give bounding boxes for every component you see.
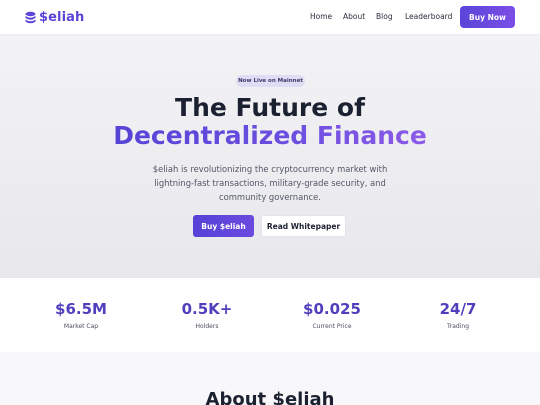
- mainnet-badge: Now Live on Mainnet: [236, 75, 305, 87]
- hero-title-line1: The Future of: [175, 93, 365, 122]
- stat-label: Trading: [446, 323, 469, 330]
- read-whitepaper-button[interactable]: Read Whitepaper: [261, 215, 346, 237]
- nav-link-blog[interactable]: Blog: [376, 12, 393, 21]
- nav-links: Home About Blog Leaderboard: [0, 12, 540, 24]
- stat-value: $6.5M: [55, 300, 107, 318]
- about-section: About $eliah: [0, 352, 540, 405]
- hero-title-gradient-text: Decentralized Finance: [113, 121, 427, 150]
- stat-label: Current Price: [312, 323, 352, 330]
- buy-now-button[interactable]: Buy Now: [460, 6, 515, 28]
- nav-link-home[interactable]: Home: [310, 12, 332, 21]
- stat-label: Holders: [195, 323, 219, 330]
- hero-section: [0, 35, 540, 278]
- stat-label: Market Cap: [63, 323, 99, 330]
- hero-description: $eliah is revolutionizing the cryptocurr…: [152, 164, 388, 202]
- nav-link-about[interactable]: About: [343, 12, 365, 21]
- nav-link-leaderboard[interactable]: Leaderboard: [405, 12, 452, 21]
- stat-value: 0.5K+: [181, 300, 233, 318]
- stat-value: $0.025: [303, 300, 361, 318]
- navbar: $eliah Home About Blog Leaderboard Buy N…: [0, 0, 540, 35]
- hero-title-line2: Decentralized Finance: [0, 121, 540, 150]
- stats-section: $6.5M Market Cap 0.5K+ Holders $0.025 Cu…: [0, 278, 540, 352]
- about-title: About $eliah: [205, 389, 335, 405]
- buy-eliah-button[interactable]: Buy $eliah: [193, 215, 254, 237]
- stat-value: 24/7: [439, 300, 477, 318]
